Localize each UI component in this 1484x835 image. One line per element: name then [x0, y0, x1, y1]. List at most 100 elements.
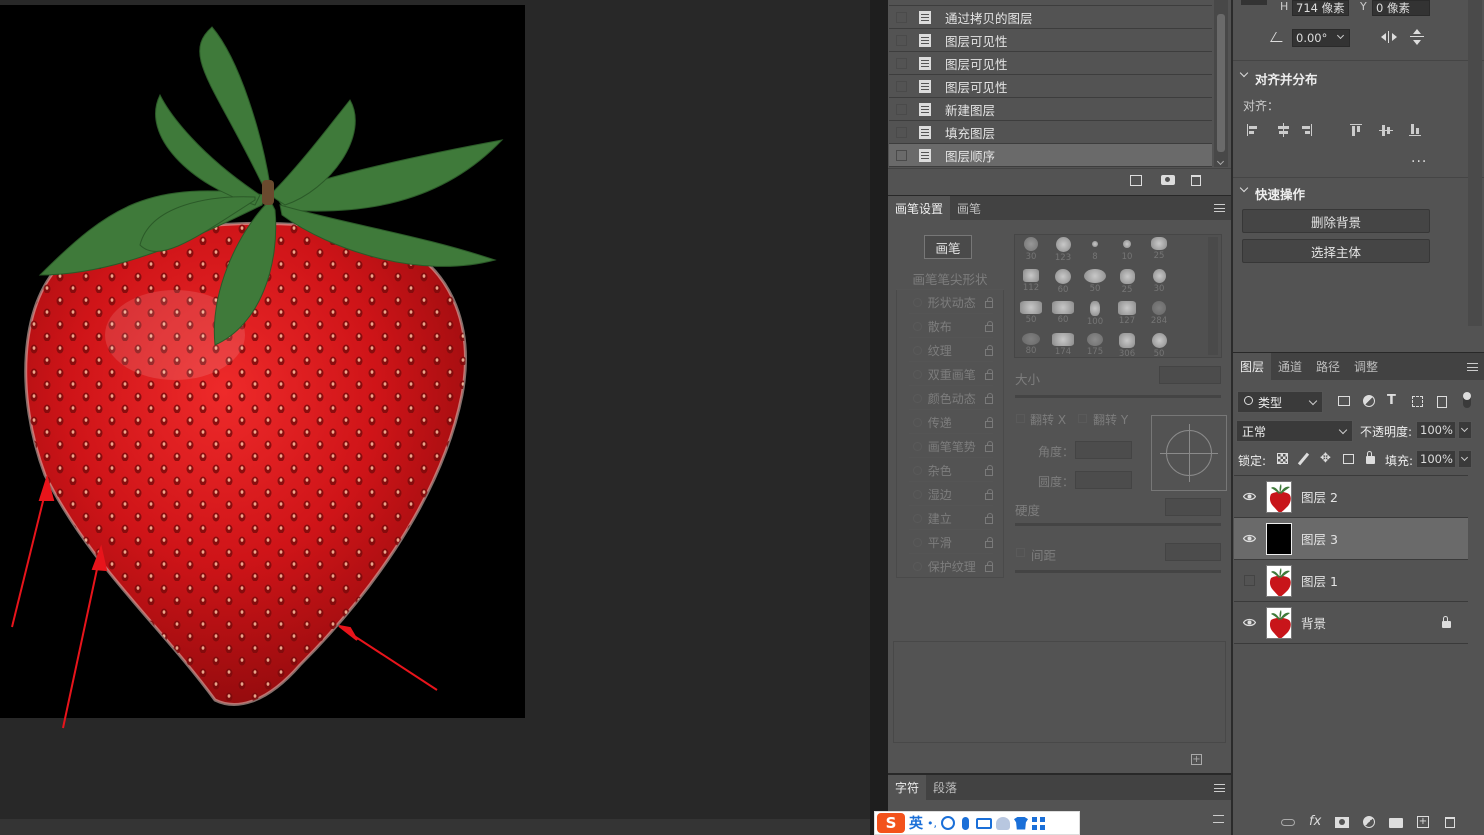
lock-icon[interactable] [985, 512, 993, 524]
brush-option-row[interactable]: 散布 [909, 315, 993, 338]
history-checkbox[interactable] [896, 11, 907, 23]
microphone-icon[interactable] [962, 816, 969, 830]
history-item[interactable]: 新建图层 [889, 98, 1212, 121]
ime-language-label[interactable]: 英 [909, 813, 923, 833]
option-checkbox[interactable] [913, 369, 922, 379]
brush-tip[interactable]: 284 [1144, 301, 1174, 326]
lock-icon[interactable] [985, 440, 993, 452]
history-item[interactable]: 图层可见性 [889, 75, 1212, 98]
trash-icon[interactable] [1191, 175, 1201, 186]
history-item-selected[interactable]: 图层顺序 [889, 144, 1212, 167]
brush-option-row[interactable]: 纹理 [909, 339, 993, 362]
panel-menu-icon[interactable] [1214, 783, 1225, 792]
layer-thumbnail[interactable] [1266, 564, 1292, 597]
flip-horizontal-icon[interactable] [1381, 31, 1397, 43]
lock-icon[interactable] [985, 392, 993, 404]
history-scroll-thumb[interactable] [1217, 14, 1225, 152]
brush-option-row[interactable]: 杂色 [909, 459, 993, 482]
history-item[interactable]: 图层可见性 [889, 29, 1212, 52]
brush-tip[interactable]: 100 [1080, 301, 1110, 327]
tab-layers[interactable]: 图层 [1233, 353, 1272, 380]
quick-actions-title[interactable]: 快速操作 [1255, 184, 1305, 203]
brush-option-row[interactable]: 颜色动态 [909, 387, 993, 410]
hardness-field[interactable] [1165, 498, 1221, 516]
create-new-brush-icon[interactable]: + [1191, 754, 1202, 765]
history-checkbox[interactable] [896, 34, 907, 46]
filter-smart-object-icon[interactable] [1437, 396, 1447, 408]
tab-brush-settings[interactable]: 画笔设置 [888, 196, 951, 220]
history-checkbox[interactable] [896, 149, 907, 161]
history-scrollbar[interactable] [1214, 0, 1228, 167]
fill-field[interactable]: 100% [1416, 450, 1456, 468]
layer-style-fx-icon[interactable]: fx [1309, 814, 1321, 829]
filter-pixel-layer-icon[interactable] [1338, 396, 1350, 406]
brush-option-row[interactable]: 传递 [909, 411, 993, 434]
keyboard-icon[interactable] [976, 817, 992, 829]
tab-paths[interactable]: 路径 [1309, 353, 1347, 380]
brush-tip[interactable]: 30 [1144, 269, 1174, 294]
option-checkbox[interactable] [913, 537, 922, 547]
history-checkbox[interactable] [896, 126, 907, 138]
roundness-field[interactable] [1075, 471, 1132, 489]
brush-option-row[interactable]: 平滑 [909, 531, 993, 554]
link-layers-icon[interactable] [1281, 819, 1295, 826]
emoji-icon[interactable] [941, 816, 955, 830]
delete-layer-trash-icon[interactable] [1445, 817, 1455, 828]
brush-tip[interactable]: 8 [1080, 237, 1110, 262]
lock-artboard-icon[interactable] [1343, 454, 1354, 464]
lock-icon[interactable] [985, 320, 993, 332]
brush-tip-shape-item[interactable]: 画笔笔尖形状 [896, 268, 1004, 290]
properties-scrollbar[interactable] [1468, 0, 1482, 326]
option-checkbox[interactable] [913, 441, 922, 451]
lock-icon[interactable] [985, 464, 993, 476]
brush-tip[interactable]: 306 [1112, 333, 1142, 359]
option-checkbox[interactable] [913, 417, 922, 427]
spacing-checkbox[interactable] [1016, 548, 1025, 557]
lock-icon[interactable] [985, 488, 993, 500]
lock-icon[interactable] [985, 296, 993, 308]
brush-option-row[interactable]: 保护纹理 [909, 555, 993, 578]
panel-menu-icon[interactable] [1467, 362, 1478, 371]
eye-visibility-icon[interactable] [1242, 534, 1256, 543]
eye-visibility-icon[interactable] [1242, 492, 1256, 501]
tab-channels[interactable]: 通道 [1271, 353, 1309, 380]
layer-lock-icon[interactable] [1442, 616, 1451, 628]
lock-all-icon[interactable] [1366, 451, 1375, 464]
brush-tip[interactable]: 123 [1048, 237, 1078, 263]
brush-option-row[interactable]: 双重画笔 [909, 363, 993, 386]
layer-row[interactable]: 图层 1 [1234, 560, 1468, 602]
filter-toggle-icon[interactable] [1463, 392, 1471, 408]
blend-mode-dropdown[interactable]: 正常 [1236, 420, 1353, 442]
user-icon[interactable] [996, 816, 1010, 830]
opacity-dropdown-chevron-icon[interactable] [1458, 421, 1472, 439]
toolbox-grid-icon[interactable] [1032, 816, 1045, 830]
brush-tip[interactable]: 112 [1016, 269, 1046, 293]
layer-thumbnail[interactable] [1266, 480, 1292, 513]
lock-icon[interactable] [985, 536, 993, 548]
flip-x-checkbox[interactable] [1016, 414, 1025, 423]
option-checkbox[interactable] [913, 321, 922, 331]
lock-position-icon[interactable]: ✥ [1320, 452, 1331, 465]
filter-shape-layer-icon[interactable] [1412, 396, 1423, 407]
brush-tip[interactable]: 30 [1016, 237, 1046, 262]
brush-tips-scrollbar[interactable] [1208, 237, 1218, 355]
brush-option-row[interactable]: 建立 [909, 507, 993, 530]
tab-paragraph[interactable]: 段落 [926, 775, 964, 800]
brush-option-row[interactable]: 湿边 [909, 483, 993, 506]
tab-adjustments[interactable]: 调整 [1347, 353, 1385, 380]
history-checkbox[interactable] [896, 80, 907, 92]
size-slider[interactable] [1015, 395, 1221, 398]
canvas-scrollbar[interactable] [0, 819, 870, 835]
history-checkbox[interactable] [896, 57, 907, 69]
layer-row[interactable]: 图层 3 [1234, 518, 1468, 560]
layer-thumbnail[interactable] [1266, 522, 1292, 555]
brush-tip[interactable]: 127 [1112, 301, 1142, 326]
brush-tip[interactable]: 60 [1048, 301, 1078, 325]
color-chip[interactable] [1241, 0, 1267, 5]
tab-brushes[interactable]: 画笔 [950, 196, 988, 220]
ime-toolbar[interactable]: S 英 •, [874, 811, 1080, 835]
filter-adjustment-layer-icon[interactable] [1363, 395, 1375, 407]
scroll-down-icon[interactable] [1216, 157, 1225, 166]
lock-icon[interactable] [985, 416, 993, 428]
brush-tip[interactable]: 25 [1144, 237, 1174, 261]
